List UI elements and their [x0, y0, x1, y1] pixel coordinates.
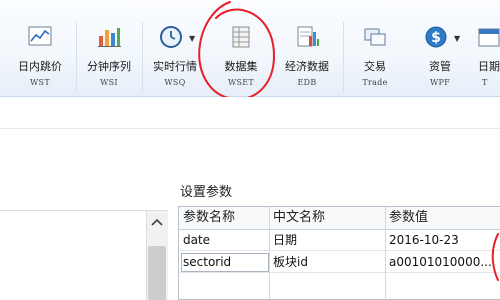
param-name-cell: sectorid — [183, 255, 232, 269]
wset-label: 数据集 — [224, 60, 258, 73]
tab-strip — [0, 97, 500, 129]
column-divider — [385, 207, 386, 299]
wpf-label: 资管 — [429, 60, 451, 73]
parameter-table: 参数名称 中文名称 参数值 date 日期 2016-10-23 sectori… — [178, 206, 500, 300]
svg-text:$: $ — [431, 30, 441, 46]
column-header-param-name[interactable]: 参数名称 — [183, 207, 269, 229]
param-cn-cell: 日期 — [273, 233, 298, 247]
wset-code: WSET — [227, 78, 255, 87]
column-divider — [269, 207, 270, 299]
settings-title: 设置参数 — [180, 185, 233, 200]
wst-button[interactable]: 日内跳价 WST — [8, 18, 72, 96]
wsq-code: WSQ — [164, 78, 186, 87]
table-row[interactable] — [179, 274, 500, 295]
trade-icon — [362, 24, 388, 50]
ribbon-toolbar: 日内跳价 WST 分钟序列 WSI ▼ 实时行情 WSQ 数据集 WSET 经济… — [0, 0, 500, 101]
edb-label: 经济数据 — [285, 60, 329, 73]
calendar-code: T — [482, 78, 488, 87]
toolbar-divider — [76, 22, 77, 92]
calendar-icon — [476, 24, 500, 50]
param-cn-cell: 板块id — [273, 255, 308, 269]
left-panel-border — [0, 210, 168, 211]
column-header-param-value[interactable]: 参数值 — [389, 207, 500, 229]
wpf-code: WPF — [429, 78, 451, 87]
scrollbar-thumb[interactable] — [148, 246, 166, 300]
param-value-cell[interactable]: 2016-10-23 — [389, 230, 500, 251]
edb-button[interactable]: 经济数据 EDB — [276, 18, 338, 96]
dollar-coin-icon: $ — [423, 24, 449, 50]
toolbar-divider — [142, 22, 143, 92]
wsi-button[interactable]: 分钟序列 WSI — [78, 18, 140, 96]
wst-code: WST — [30, 78, 50, 87]
bar-chart-icon — [96, 24, 122, 50]
chevron-down-icon[interactable]: ▼ — [454, 34, 460, 43]
calendar-button[interactable]: 日期 T — [474, 18, 500, 96]
wst-label: 日内跳价 — [18, 60, 62, 73]
wsi-code: WSI — [100, 78, 118, 87]
wpf-button[interactable]: $ ▼ 资管 WPF — [410, 18, 470, 96]
trade-label: 交易 — [364, 60, 386, 73]
edb-code: EDB — [297, 78, 317, 87]
trade-button[interactable]: 交易 Trade — [346, 18, 404, 96]
toolbar-divider — [343, 22, 344, 92]
param-value-cell[interactable]: a00101010000... — [389, 252, 500, 273]
table-row[interactable]: sectorid 板块id a00101010000... — [179, 252, 500, 273]
clock-icon — [158, 24, 184, 50]
table-row[interactable]: date 日期 2016-10-23 — [179, 230, 500, 251]
column-header-chinese-name[interactable]: 中文名称 — [273, 207, 385, 229]
wset-button[interactable]: 数据集 WSET — [210, 18, 272, 96]
chevron-down-icon[interactable]: ▼ — [189, 34, 195, 43]
wsq-label: 实时行情 — [153, 60, 197, 73]
intraday-line-chart-icon — [27, 24, 53, 50]
dataset-icon — [228, 24, 254, 50]
wsq-button[interactable]: ▼ 实时行情 WSQ — [145, 18, 205, 96]
scroll-up-icon[interactable] — [146, 211, 168, 233]
calendar-label: 日期 — [478, 60, 500, 73]
economic-data-icon — [294, 24, 320, 50]
table-header: 参数名称 中文名称 参数值 — [179, 207, 500, 230]
trade-code: Trade — [362, 78, 388, 87]
wsi-label: 分钟序列 — [87, 60, 131, 73]
param-name-cell: date — [183, 233, 211, 247]
